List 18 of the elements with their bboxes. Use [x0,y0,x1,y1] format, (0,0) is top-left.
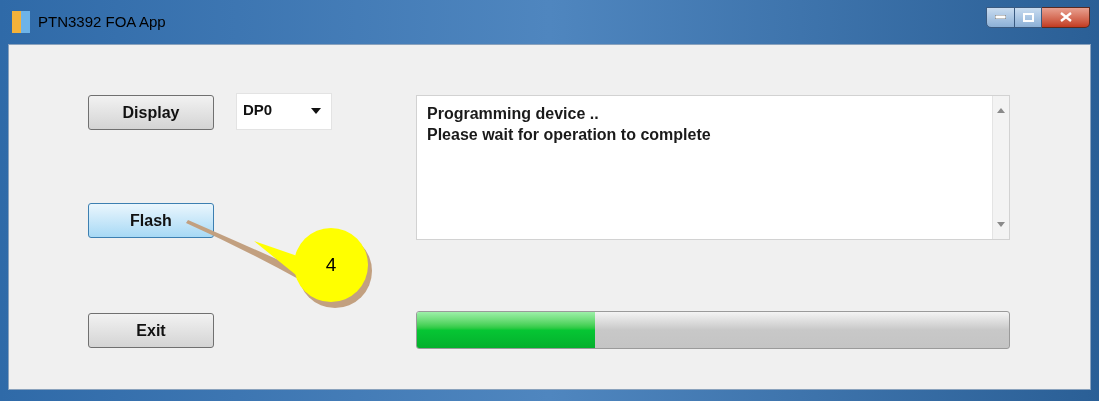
action-button[interactable]: Exit [88,313,214,348]
app-icon [12,11,30,33]
minimize-button[interactable] [986,6,1015,28]
action-button[interactable]: Display [88,95,214,130]
minimize-icon [995,15,1006,19]
port-dropdown[interactable]: DP0 [236,93,332,130]
maximize-icon [1022,12,1034,22]
window-title: PTN3392 FOA App [38,11,166,32]
maximize-button[interactable] [1015,6,1042,28]
close-button[interactable] [1042,6,1090,28]
scrollbar[interactable] [992,96,1009,239]
scroll-up-icon[interactable] [997,108,1005,113]
action-button[interactable]: Flash [88,203,214,238]
scroll-down-icon[interactable] [997,222,1005,227]
close-icon [1059,12,1072,22]
dropdown-arrow-icon [311,108,321,114]
log-line: Programming device .. [427,104,599,124]
log-line: Please wait for operation to complete [427,125,711,145]
